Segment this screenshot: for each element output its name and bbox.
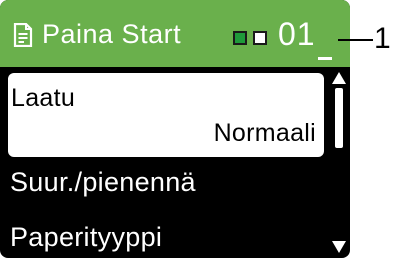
lcd-screen: Paina Start 01 Laatu Normaali Suur./pien… <box>0 0 350 258</box>
scroll-up-arrow-icon[interactable] <box>332 71 346 89</box>
menu-list: Laatu Normaali Suur./pienennä Paperityyp… <box>0 67 330 258</box>
menu-item-value: Normaali <box>213 119 316 147</box>
menu-item-paper-type[interactable]: Paperityyppi <box>10 222 340 253</box>
menu-item-quality[interactable]: Laatu Normaali <box>8 73 324 157</box>
copy-count: 01 <box>278 16 316 52</box>
header-bar: Paina Start 01 <box>0 0 350 67</box>
menu-item-label: Laatu <box>11 84 76 112</box>
scrollbar[interactable] <box>329 70 349 258</box>
callout-line <box>338 39 373 41</box>
callout-number: 1 <box>374 22 391 55</box>
header-title: Paina Start <box>42 19 182 49</box>
count-cursor <box>318 57 332 60</box>
white-square-indicator <box>253 31 267 45</box>
menu-item-enlarge-reduce[interactable]: Suur./pienennä <box>10 167 340 198</box>
document-icon <box>13 22 33 52</box>
scrollbar-thumb[interactable] <box>335 88 343 148</box>
scroll-down-arrow-icon[interactable] <box>332 240 346 258</box>
green-square-indicator <box>233 31 247 45</box>
